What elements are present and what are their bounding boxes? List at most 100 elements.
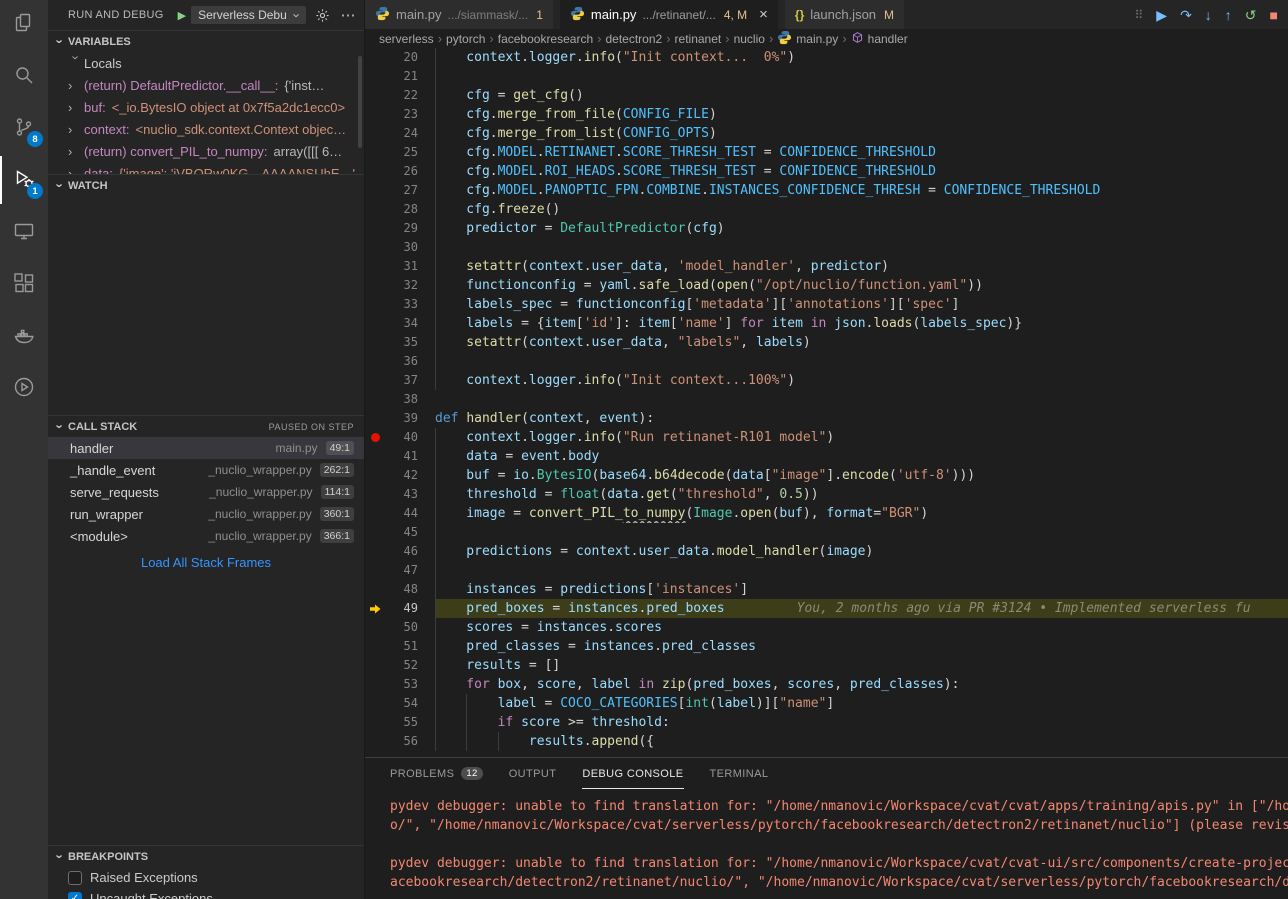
code-line[interactable]: 54label = COCO_CATEGORIES[int(label)]["n… bbox=[365, 694, 1288, 713]
code-line[interactable]: 38 bbox=[365, 390, 1288, 409]
activity-item-remote-explorer[interactable] bbox=[0, 208, 48, 256]
line-number[interactable]: 23 bbox=[385, 105, 435, 124]
stack-frame[interactable]: handlermain.py49:1 bbox=[48, 437, 364, 459]
code-line[interactable]: 21 bbox=[365, 67, 1288, 86]
code-text[interactable]: cfg = get_cfg() bbox=[435, 86, 1288, 105]
line-number[interactable]: 34 bbox=[385, 314, 435, 333]
activity-item-run-and-debug[interactable]: 1 bbox=[0, 156, 48, 204]
line-number[interactable]: 29 bbox=[385, 219, 435, 238]
code-text[interactable] bbox=[435, 561, 1288, 580]
line-number[interactable]: 24 bbox=[385, 124, 435, 143]
line-number[interactable]: 38 bbox=[385, 390, 435, 409]
disconnect-button[interactable]: ■ bbox=[1270, 8, 1278, 22]
code-text[interactable] bbox=[435, 352, 1288, 371]
code-text[interactable]: buf = io.BytesIO(base64.b64decode(data["… bbox=[435, 466, 1288, 485]
code-text[interactable]: labels = {item['id']: item['name'] for i… bbox=[435, 314, 1288, 333]
code-text[interactable]: results = [] bbox=[435, 656, 1288, 675]
line-number[interactable]: 27 bbox=[385, 181, 435, 200]
code-line[interactable]: 56results.append({ bbox=[365, 732, 1288, 751]
stack-frame[interactable]: _handle_event_nuclio_wrapper.py262:1 bbox=[48, 459, 364, 481]
line-number[interactable]: 43 bbox=[385, 485, 435, 504]
line-number[interactable]: 44 bbox=[385, 504, 435, 523]
line-number[interactable]: 45 bbox=[385, 523, 435, 542]
breadcrumb-item-serverless[interactable]: serverless bbox=[379, 32, 434, 46]
code-text[interactable]: pred_boxes = instances.pred_boxesYou, 2 … bbox=[435, 599, 1288, 618]
line-number[interactable]: 32 bbox=[385, 276, 435, 295]
close-icon[interactable]: × bbox=[759, 6, 768, 23]
panel-tab-output[interactable]: OUTPUT bbox=[509, 758, 557, 789]
code-line[interactable]: 49pred_boxes = instances.pred_boxesYou, … bbox=[365, 599, 1288, 618]
activity-item-explorer[interactable] bbox=[0, 0, 48, 48]
code-line[interactable]: 22cfg = get_cfg() bbox=[365, 86, 1288, 105]
code-text[interactable]: image = convert_PIL_to_numpy(Image.open(… bbox=[435, 504, 1288, 523]
code-text[interactable] bbox=[435, 390, 1288, 409]
breadcrumb-item-facebookresearch[interactable]: facebookresearch bbox=[498, 32, 593, 46]
line-number[interactable]: 56 bbox=[385, 732, 435, 751]
breadcrumb-item-main.py[interactable]: main.py bbox=[777, 30, 838, 48]
code-text[interactable] bbox=[435, 67, 1288, 86]
line-number[interactable]: 42 bbox=[385, 466, 435, 485]
call-stack-section-header[interactable]: › CALL STACK PAUSED ON STEP bbox=[48, 415, 364, 437]
line-number[interactable]: 25 bbox=[385, 143, 435, 162]
code-line[interactable]: 35setattr(context.user_data, "labels", l… bbox=[365, 333, 1288, 352]
line-number[interactable]: 40 bbox=[385, 428, 435, 447]
editor-tab-main.py[interactable]: main.py.../retinanet/...4, M× bbox=[560, 0, 778, 29]
code-text[interactable]: functionconfig = yaml.safe_load(open("/o… bbox=[435, 276, 1288, 295]
code-line[interactable]: 48instances = predictions['instances'] bbox=[365, 580, 1288, 599]
variables-section-header[interactable]: › VARIABLES bbox=[48, 30, 364, 52]
code-text[interactable]: results.append({ bbox=[435, 732, 1288, 751]
step-over-button[interactable]: ↷ bbox=[1180, 8, 1192, 22]
code-text[interactable]: pred_classes = instances.pred_classes bbox=[435, 637, 1288, 656]
line-number[interactable]: 33 bbox=[385, 295, 435, 314]
restart-button[interactable]: ↺ bbox=[1245, 8, 1257, 22]
code-line[interactable]: 46predictions = context.user_data.model_… bbox=[365, 542, 1288, 561]
activity-item-run-circle[interactable] bbox=[0, 364, 48, 412]
editor-tab-launch.json[interactable]: {}launch.jsonM bbox=[785, 0, 904, 29]
code-line[interactable]: 31setattr(context.user_data, 'model_hand… bbox=[365, 257, 1288, 276]
gear-icon[interactable] bbox=[312, 4, 332, 26]
line-number[interactable]: 31 bbox=[385, 257, 435, 276]
variable-row[interactable]: ›(return) convert_PIL_to_numpy:array([[[… bbox=[48, 140, 364, 162]
breakpoint-row[interactable]: Raised Exceptions bbox=[48, 867, 364, 888]
line-number[interactable]: 41 bbox=[385, 447, 435, 466]
line-number[interactable]: 22 bbox=[385, 86, 435, 105]
code-text[interactable]: cfg.MODEL.PANOPTIC_FPN.COMBINE.INSTANCES… bbox=[435, 181, 1288, 200]
line-number[interactable]: 52 bbox=[385, 656, 435, 675]
code-line[interactable]: 40context.logger.info("Run retinanet-R10… bbox=[365, 428, 1288, 447]
code-text[interactable]: labels_spec = functionconfig['metadata']… bbox=[435, 295, 1288, 314]
line-number[interactable]: 47 bbox=[385, 561, 435, 580]
breadcrumb-item-handler[interactable]: handler bbox=[851, 31, 908, 47]
code-line[interactable]: 52results = [] bbox=[365, 656, 1288, 675]
code-line[interactable]: 53for box, score, label in zip(pred_boxe… bbox=[365, 675, 1288, 694]
line-number[interactable]: 54 bbox=[385, 694, 435, 713]
variable-row[interactable]: ›data:{'image': 'iVBORw0KG…AAAANSUhE…' bbox=[48, 162, 364, 174]
activity-item-search[interactable] bbox=[0, 52, 48, 100]
code-text[interactable]: instances = predictions['instances'] bbox=[435, 580, 1288, 599]
code-line[interactable]: 41data = event.body bbox=[365, 447, 1288, 466]
code-text[interactable]: if score >= threshold: bbox=[435, 713, 1288, 732]
line-number[interactable]: 36 bbox=[385, 352, 435, 371]
code-text[interactable]: def handler(context, event): bbox=[435, 409, 1288, 428]
code-line[interactable]: 55if score >= threshold: bbox=[365, 713, 1288, 732]
line-number[interactable]: 20 bbox=[385, 48, 435, 67]
code-line[interactable]: 39def handler(context, event): bbox=[365, 409, 1288, 428]
continue-button[interactable]: ▶ bbox=[1156, 8, 1167, 22]
code-text[interactable]: cfg.merge_from_list(CONFIG_OPTS) bbox=[435, 124, 1288, 143]
code-line[interactable]: 27cfg.MODEL.PANOPTIC_FPN.COMBINE.INSTANC… bbox=[365, 181, 1288, 200]
breakpoint-row[interactable]: ✓Uncaught Exceptions bbox=[48, 888, 364, 899]
code-line[interactable]: 29predictor = DefaultPredictor(cfg) bbox=[365, 219, 1288, 238]
editor-tab-main.py[interactable]: main.py.../siammask/...1 bbox=[365, 0, 553, 29]
code-line[interactable]: 30 bbox=[365, 238, 1288, 257]
code-line[interactable]: 45 bbox=[365, 523, 1288, 542]
scope-row-locals[interactable]: ›Locals bbox=[48, 52, 364, 74]
code-line[interactable]: 23cfg.merge_from_file(CONFIG_FILE) bbox=[365, 105, 1288, 124]
more-actions-icon[interactable]: ⋯ bbox=[338, 4, 358, 26]
line-number[interactable]: 37 bbox=[385, 371, 435, 390]
code-text[interactable]: label = COCO_CATEGORIES[int(label)]["nam… bbox=[435, 694, 1288, 713]
panel-tab-terminal[interactable]: TERMINAL bbox=[710, 758, 769, 789]
step-into-button[interactable]: ↓ bbox=[1205, 8, 1212, 22]
variable-row[interactable]: ›context:<nuclio_sdk.context.Context obj… bbox=[48, 118, 364, 140]
code-line[interactable]: 28cfg.freeze() bbox=[365, 200, 1288, 219]
line-number[interactable]: 53 bbox=[385, 675, 435, 694]
panel-tab-debug-console[interactable]: DEBUG CONSOLE bbox=[582, 758, 683, 789]
